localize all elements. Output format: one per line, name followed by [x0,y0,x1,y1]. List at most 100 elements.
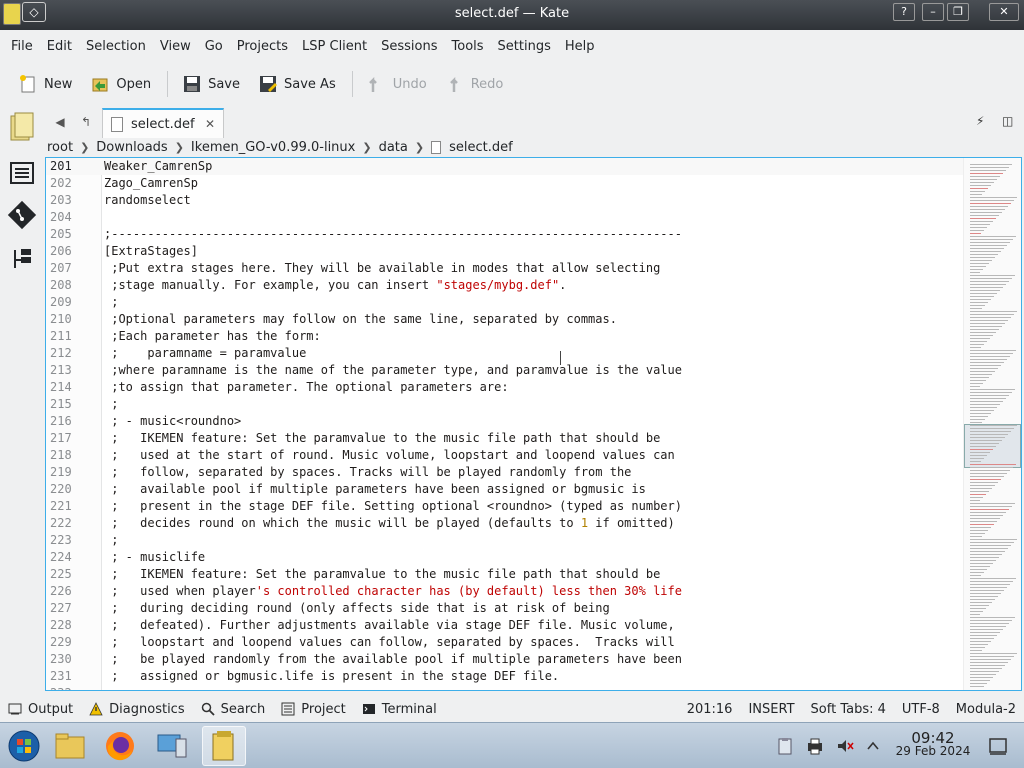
diagnostics-tab[interactable]: Diagnostics [81,702,192,717]
line-text[interactable]: ; follow, separated by spaces. Tracks wi… [104,464,631,481]
line-text[interactable]: ; available pool if multiple parameters … [104,481,646,498]
show-desktop-icon[interactable] [988,736,1008,756]
menu-go[interactable]: Go [198,39,230,54]
code-line[interactable]: 216 ; - music<roundno> [46,413,966,430]
breadcrumb-file[interactable]: select.def [449,140,513,155]
maximize-button[interactable]: ❐ [947,3,969,21]
code-line[interactable]: 218 ; used at the start of round. Music … [46,447,966,464]
minimap[interactable] [963,158,1021,690]
line-text[interactable]: ; during deciding round (only affects si… [104,600,610,617]
line-text[interactable]: ; assigned or bgmusic.life is present in… [104,668,559,685]
breadcrumb-data[interactable]: data [379,140,408,155]
start-button[interactable] [2,726,46,766]
cursor-position[interactable]: 201:16 [679,702,741,717]
line-text[interactable]: ;---------------------------------------… [104,226,682,243]
menu-sessions[interactable]: Sessions [374,39,444,54]
input-mode[interactable]: INSERT [740,702,802,717]
menu-projects[interactable]: Projects [230,39,295,54]
indentation-setting[interactable]: Soft Tabs: 4 [803,702,894,717]
printer-tray-icon[interactable] [806,737,824,755]
encoding[interactable]: UTF-8 [894,702,948,717]
volume-muted-icon[interactable] [836,737,854,755]
code-line[interactable]: 213 ;where paramname is the name of the … [46,362,966,379]
line-text[interactable]: Weaker_CamrenSp [104,158,212,175]
code-line[interactable]: 226 ; used when player's controlled char… [46,583,966,600]
code-line[interactable]: 211 ;Each parameter has the form: [46,328,966,345]
breadcrumb-root[interactable]: root [47,140,73,155]
minimize-button[interactable]: – [922,3,944,21]
line-text[interactable]: ; - musiclife [104,549,205,566]
menu-settings[interactable]: Settings [491,39,558,54]
taskbar-firefox[interactable] [98,726,142,766]
taskbar-file-manager[interactable] [48,726,92,766]
documents-panel-button[interactable] [7,112,37,142]
line-text[interactable]: ;Each parameter has the form: [104,328,321,345]
line-text[interactable]: ; defeated). Further adjustments availab… [104,617,675,634]
menu-view[interactable]: View [153,39,198,54]
code-line[interactable]: 229 ; loopstart and loopend values can f… [46,634,966,651]
code-line[interactable]: 202 Zago_CamrenSp [46,175,966,192]
line-text[interactable]: [ExtraStages] [104,243,198,260]
code-lines[interactable]: 201 Weaker_CamrenSp 202 Zago_CamrenSp 203 ran… [46,158,966,690]
undo-button[interactable]: Undo [359,70,435,98]
code-line[interactable]: 205 ;------------------------------------… [46,226,966,243]
line-text[interactable]: ; decides round on which the music will … [104,515,675,532]
line-text[interactable]: ;Optional parameters may follow on the s… [104,311,617,328]
split-view-icon[interactable]: ◫ [1002,114,1013,128]
line-text[interactable]: ; [104,396,118,413]
symbols-panel-button[interactable] [7,158,37,188]
git-panel-button[interactable] [7,200,37,230]
output-tab[interactable]: Output [0,702,81,717]
projects-panel-button[interactable] [7,244,37,274]
save-button[interactable]: Save [174,70,248,98]
code-line[interactable]: 206 [ExtraStages] [46,243,966,260]
close-button[interactable]: ✕ [989,3,1019,21]
code-line[interactable]: 209 ; [46,294,966,311]
tab-select-def[interactable]: select.def ✕ [102,108,224,138]
help-icon[interactable]: ? [893,3,915,21]
taskbar-network-app[interactable] [150,726,194,766]
line-text[interactable]: ; IKEMEN feature: Set the paramvalue to … [104,566,660,583]
open-button[interactable]: Open [82,70,159,98]
line-text[interactable]: Zago_CamrenSp [104,175,198,192]
code-line[interactable]: 208 ;stage manually. For example, you ca… [46,277,966,294]
line-text[interactable]: ; loopstart and loopend values can follo… [104,634,675,651]
line-text[interactable]: ; used at the start of round. Music volu… [104,447,675,464]
code-line[interactable]: 212 ; paramname = paramvalue [46,345,966,362]
code-line[interactable]: 232 ; [46,685,966,690]
code-line[interactable]: 207 ;Put extra stages here. They will be… [46,260,966,277]
code-line[interactable]: 230 ; be played randomly from the availa… [46,651,966,668]
breadcrumb-downloads[interactable]: Downloads [96,140,167,155]
code-line[interactable]: 219 ; follow, separated by spaces. Track… [46,464,966,481]
code-line[interactable]: 201 Weaker_CamrenSp [46,158,966,175]
quick-open-icon[interactable]: ⚡ [976,114,984,128]
code-line[interactable]: 204 [46,209,966,226]
syntax-mode[interactable]: Modula-2 [948,702,1024,717]
code-line[interactable]: 220 ; available pool if multiple paramet… [46,481,966,498]
breadcrumb-ikemen[interactable]: Ikemen_GO-v0.99.0-linux [191,140,355,155]
menu-selection[interactable]: Selection [79,39,153,54]
line-text[interactable]: ;where paramname is the name of the para… [104,362,682,379]
code-line[interactable]: 227 ; during deciding round (only affect… [46,600,966,617]
line-text[interactable]: ;to assign that parameter. The optional … [104,379,508,396]
code-line[interactable]: 231 ; assigned or bgmusic.life is presen… [46,668,966,685]
menu-lsp-client[interactable]: LSP Client [295,39,374,54]
menu-edit[interactable]: Edit [40,39,79,54]
code-line[interactable]: 221 ; present in the stage DEF file. Set… [46,498,966,515]
menu-file[interactable]: File [4,39,40,54]
code-line[interactable]: 210 ;Optional parameters may follow on t… [46,311,966,328]
code-line[interactable]: 228 ; defeated). Further adjustments ava… [46,617,966,634]
line-text[interactable]: ; [104,294,118,311]
new-button[interactable]: New [10,70,80,98]
menu-help[interactable]: Help [558,39,602,54]
code-line[interactable]: 224 ; - musiclife [46,549,966,566]
code-line[interactable]: 214 ;to assign that parameter. The optio… [46,379,966,396]
clock[interactable]: 09:42 29 Feb 2024 [888,731,978,758]
redo-button[interactable]: Redo [437,70,512,98]
text-editor[interactable]: 201 Weaker_CamrenSp 202 Zago_CamrenSp 203 ran… [45,157,1022,691]
line-text[interactable]: ; be played randomly from the available … [104,651,682,668]
code-line[interactable]: 222 ; decides round on which the music w… [46,515,966,532]
code-line[interactable]: 215 ; [46,396,966,413]
line-text[interactable]: ; [104,685,118,690]
tab-close-icon[interactable]: ✕ [205,117,215,131]
